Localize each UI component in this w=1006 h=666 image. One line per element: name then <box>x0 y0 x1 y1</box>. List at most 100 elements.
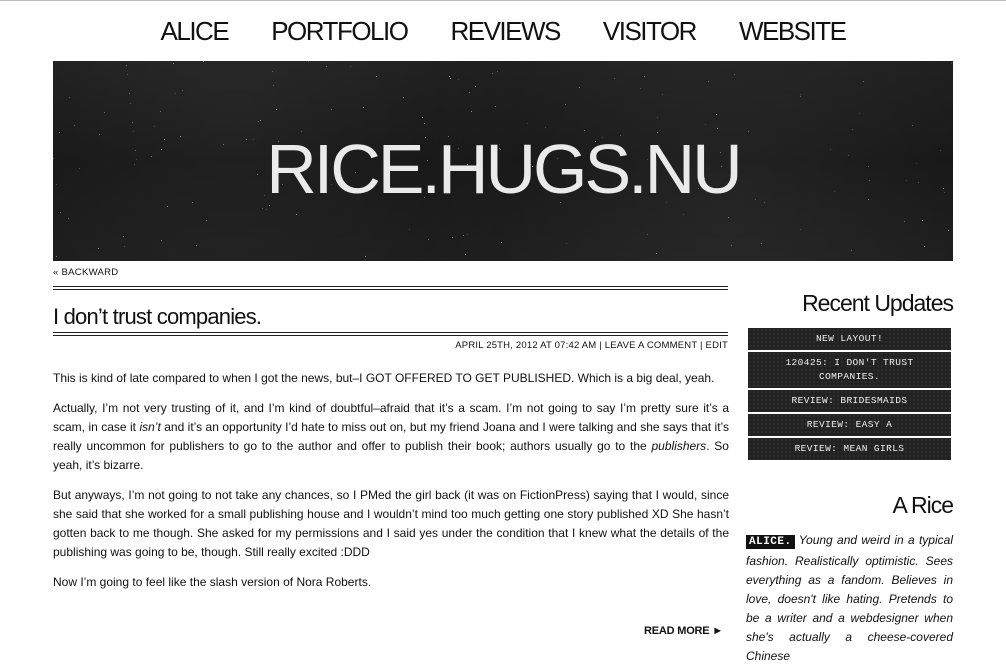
banner-speck <box>565 104 566 105</box>
banner-speck <box>566 243 567 244</box>
banner-speck <box>657 117 658 118</box>
banner-speck <box>708 81 709 82</box>
banner-speck <box>123 236 124 237</box>
post-paragraph: But anyways, I’m not going to not take a… <box>53 488 729 559</box>
banner-speck <box>800 94 801 95</box>
read-more-link[interactable]: READ MORE ► <box>644 625 723 637</box>
banner-speck <box>761 243 762 244</box>
banner-speck <box>276 109 277 110</box>
emphasis-text: isn’t <box>139 420 161 434</box>
recent-updates-heading: Recent Updates <box>802 290 954 316</box>
divider <box>53 332 728 336</box>
banner-speck <box>904 221 905 222</box>
banner-speck <box>859 113 860 114</box>
divider <box>53 286 728 290</box>
banner-speck <box>272 71 273 72</box>
banner-speck <box>647 234 648 235</box>
recent-update-item[interactable]: REVIEW: MEAN GIRLS <box>748 438 951 460</box>
post-paragraph: This is kind of late compared to when I … <box>53 371 715 385</box>
banner-speck <box>951 63 952 64</box>
backward-link[interactable]: « BACKWARD <box>53 267 118 278</box>
banner-speck <box>56 256 57 257</box>
banner-speck <box>924 246 925 247</box>
banner-speck <box>450 78 451 79</box>
banner-speck <box>734 74 735 75</box>
banner-speck <box>160 111 161 112</box>
banner-speck <box>863 81 864 82</box>
banner-speck <box>644 76 645 77</box>
banner-speck <box>130 103 131 104</box>
banner-speck <box>579 87 580 88</box>
post-meta: APRIL 25TH, 2012 AT 07:42 AM | LEAVE A C… <box>455 340 728 351</box>
recent-updates-list: NEW LAYOUT! 120425: I DON'T TRUST COMPAN… <box>748 328 951 462</box>
banner-speck <box>428 239 429 240</box>
banner-speck <box>132 122 133 123</box>
banner-speck <box>262 208 263 209</box>
banner-speck <box>683 214 684 215</box>
banner-speck <box>545 127 546 128</box>
banner-speck <box>376 76 377 77</box>
banner-speck <box>463 235 464 236</box>
banner-speck <box>728 217 729 218</box>
banner-speck <box>501 242 502 243</box>
banner-speck <box>851 250 852 251</box>
banner-speck <box>296 214 297 215</box>
leave-comment-link[interactable]: LEAVE A COMMENT <box>605 340 697 351</box>
banner-speck <box>467 234 468 235</box>
banner-speck <box>495 106 496 107</box>
banner-speck <box>717 128 718 129</box>
banner-speck <box>154 126 155 127</box>
banner-speck <box>475 86 476 87</box>
banner-speck <box>852 129 853 130</box>
banner-speck <box>124 246 125 247</box>
banner-speck <box>127 74 128 75</box>
banner-speck <box>182 90 183 91</box>
banner-speck <box>161 240 162 241</box>
banner-speck <box>173 63 174 64</box>
recent-update-item[interactable]: 120425: I DON'T TRUST COMPANIES. <box>748 352 951 388</box>
banner-speck <box>716 114 717 115</box>
post-paragraph: Actually, I’m not very trusting of it, a… <box>53 399 729 475</box>
nav-website[interactable]: WEBSITE <box>739 15 847 47</box>
banner-speck <box>458 79 459 80</box>
banner-speck <box>922 220 923 221</box>
banner-speck <box>492 73 493 74</box>
banner-speck <box>104 112 105 113</box>
recent-update-item[interactable]: REVIEW: EASY A <box>748 414 951 436</box>
banner-speck <box>465 254 466 255</box>
banner-speck <box>948 230 949 231</box>
site-title: RICE.HUGS.NU <box>266 130 742 208</box>
banner-speck <box>640 88 641 89</box>
banner-speck <box>350 66 351 67</box>
nav-visitor[interactable]: VISITOR <box>603 15 698 47</box>
banner-speck <box>705 124 706 125</box>
banner-speck <box>422 117 423 118</box>
header-banner: RICE.HUGS.NU <box>53 61 953 261</box>
banner-speck <box>363 107 364 108</box>
recent-update-item[interactable]: REVIEW: BRIDESMAIDS <box>748 390 951 412</box>
main-nav: ALICE PORTFOLIO REVIEWS VISITOR WEBSITE <box>0 15 1006 47</box>
nav-portfolio[interactable]: PORTFOLIO <box>271 15 409 47</box>
banner-speck <box>497 71 498 72</box>
banner-speck <box>469 92 470 93</box>
banner-speck <box>527 123 528 124</box>
banner-speck <box>206 220 207 221</box>
about-name-badge: ALICE. <box>746 535 795 549</box>
banner-speck <box>273 85 274 86</box>
nav-reviews[interactable]: REVIEWS <box>450 15 561 47</box>
post-content: This is kind of late compared to when I … <box>53 369 729 603</box>
banner-speck <box>656 253 657 254</box>
banner-speck <box>129 93 130 94</box>
banner-speck <box>800 229 801 230</box>
banner-speck <box>452 237 453 238</box>
banner-speck <box>266 209 267 210</box>
banner-speck <box>662 94 663 95</box>
banner-speck <box>365 256 366 257</box>
about-blurb: ALICE. Young and weird in a typical fash… <box>746 531 953 666</box>
banner-speck <box>409 229 410 230</box>
edit-link[interactable]: EDIT <box>706 340 728 351</box>
recent-update-item[interactable]: NEW LAYOUT! <box>748 328 951 350</box>
nav-alice[interactable]: ALICE <box>161 15 230 47</box>
post-title[interactable]: I don’t trust companies. <box>53 304 262 330</box>
banner-speck <box>98 248 99 249</box>
